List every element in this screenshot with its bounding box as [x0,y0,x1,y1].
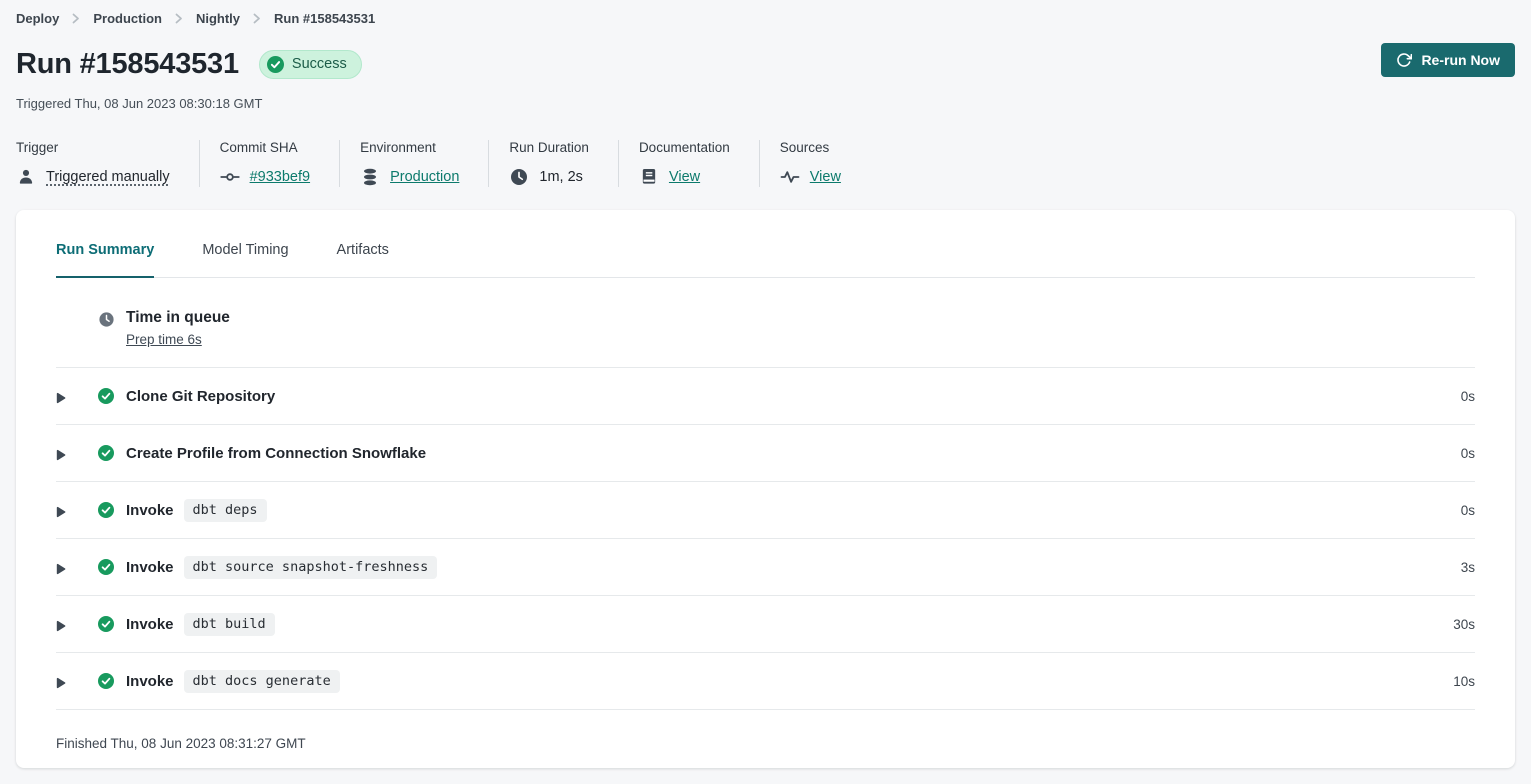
step-row-dbt-deps[interactable]: Invoke dbt deps 0s [56,482,1475,539]
step-title: Invoke [126,559,174,576]
finished-timestamp: Finished Thu, 08 Jun 2023 08:31:27 GMT [56,710,1475,751]
rerun-now-label: Re-run Now [1421,52,1500,68]
commit-sha-link[interactable]: #933bef9 [250,169,310,185]
chevron-right-icon [72,13,80,24]
step-title: Create Profile from Connection Snowflake [126,445,426,462]
meta-environment-label: Environment [360,140,459,155]
expand-triangle-icon[interactable] [56,559,66,579]
step-row-create-profile[interactable]: Create Profile from Connection Snowflake… [56,425,1475,482]
expand-triangle-icon[interactable] [56,616,66,636]
step-row-clone-git[interactable]: Clone Git Repository 0s [56,368,1475,425]
step-duration: 3s [1461,560,1475,575]
check-circle-icon [98,559,114,575]
clock-icon [509,167,529,187]
step-duration: 30s [1453,617,1475,632]
documentation-view-link[interactable]: View [669,169,700,185]
step-command-chip: dbt source snapshot-freshness [184,556,438,579]
check-circle-icon [98,616,114,632]
tab-bar: Run Summary Model Timing Artifacts [56,210,1475,278]
step-title: Invoke [126,673,174,690]
meta-environment: Environment Production [360,140,489,187]
sources-view-link[interactable]: View [810,169,841,185]
meta-sources-label: Sources [780,140,841,155]
step-command-chip: dbt deps [184,499,267,522]
step-list: Clone Git Repository 0s Create Profile f… [56,368,1475,710]
run-meta-row: Trigger Triggered manually Commit SHA #9… [16,140,1515,187]
expand-triangle-icon[interactable] [56,388,66,408]
database-icon [360,167,380,187]
status-badge: Success [259,50,362,79]
step-row-dbt-build[interactable]: Invoke dbt build 30s [56,596,1475,653]
tab-artifacts[interactable]: Artifacts [337,242,389,277]
time-in-queue-row: Time in queue Prep time 6s [56,278,1475,368]
breadcrumb-item-deploy[interactable]: Deploy [16,11,59,26]
meta-documentation-label: Documentation [639,140,730,155]
status-badge-label: Success [292,56,347,72]
meta-commit-sha: Commit SHA #933bef9 [220,140,340,187]
meta-run-duration: Run Duration 1m, 2s [509,140,619,187]
meta-commit-label: Commit SHA [220,140,310,155]
trigger-value[interactable]: Triggered manually [46,169,170,185]
book-icon [639,167,659,187]
expand-triangle-icon[interactable] [56,445,66,465]
page-title: Run #158543531 [16,48,239,81]
breadcrumb: Deploy Production Nightly Run #158543531 [16,10,1515,27]
run-detail-page: Deploy Production Nightly Run #158543531… [0,0,1531,768]
expand-triangle-icon[interactable] [56,502,66,522]
triggered-timestamp: Triggered Thu, 08 Jun 2023 08:30:18 GMT [16,96,1515,111]
step-duration: 0s [1461,446,1475,461]
git-commit-icon [220,167,240,187]
prep-time-link[interactable]: Prep time 6s [126,332,202,347]
tab-model-timing[interactable]: Model Timing [202,242,288,277]
duration-value: 1m, 2s [539,169,583,185]
expand-triangle-icon[interactable] [56,673,66,693]
meta-documentation: Documentation View [639,140,760,187]
check-circle-icon [98,388,114,404]
pulse-icon [780,167,800,187]
meta-duration-label: Run Duration [509,140,589,155]
run-summary-card: Run Summary Model Timing Artifacts Time … [16,210,1515,768]
step-row-docs-generate[interactable]: Invoke dbt docs generate 10s [56,653,1475,710]
chevron-right-icon [175,13,183,24]
person-icon [16,167,36,187]
step-title: Invoke [126,502,174,519]
refresh-icon [1396,52,1412,68]
breadcrumb-item-run: Run #158543531 [274,11,375,26]
step-title: Invoke [126,616,174,633]
queue-title: Time in queue [126,309,230,327]
step-command-chip: dbt docs generate [184,670,340,693]
check-circle-icon [98,502,114,518]
step-duration: 0s [1461,503,1475,518]
page-header: Run #158543531 Success Re-run Now [16,42,1515,86]
step-duration: 0s [1461,389,1475,404]
meta-trigger: Trigger Triggered manually [16,140,200,187]
queue-clock-icon [98,311,115,328]
step-command-chip: dbt build [184,613,275,636]
step-row-snapshot-freshness[interactable]: Invoke dbt source snapshot-freshness 3s [56,539,1475,596]
rerun-now-button[interactable]: Re-run Now [1381,43,1515,77]
tab-run-summary[interactable]: Run Summary [56,242,154,278]
meta-sources: Sources View [780,140,870,187]
breadcrumb-item-production[interactable]: Production [93,11,162,26]
step-duration: 10s [1453,674,1475,689]
check-circle-icon [98,445,114,461]
check-circle-icon [98,673,114,689]
chevron-right-icon [253,13,261,24]
check-circle-icon [267,56,284,73]
step-title: Clone Git Repository [126,388,275,405]
meta-trigger-label: Trigger [16,140,170,155]
environment-link[interactable]: Production [390,169,459,185]
breadcrumb-item-nightly[interactable]: Nightly [196,11,240,26]
